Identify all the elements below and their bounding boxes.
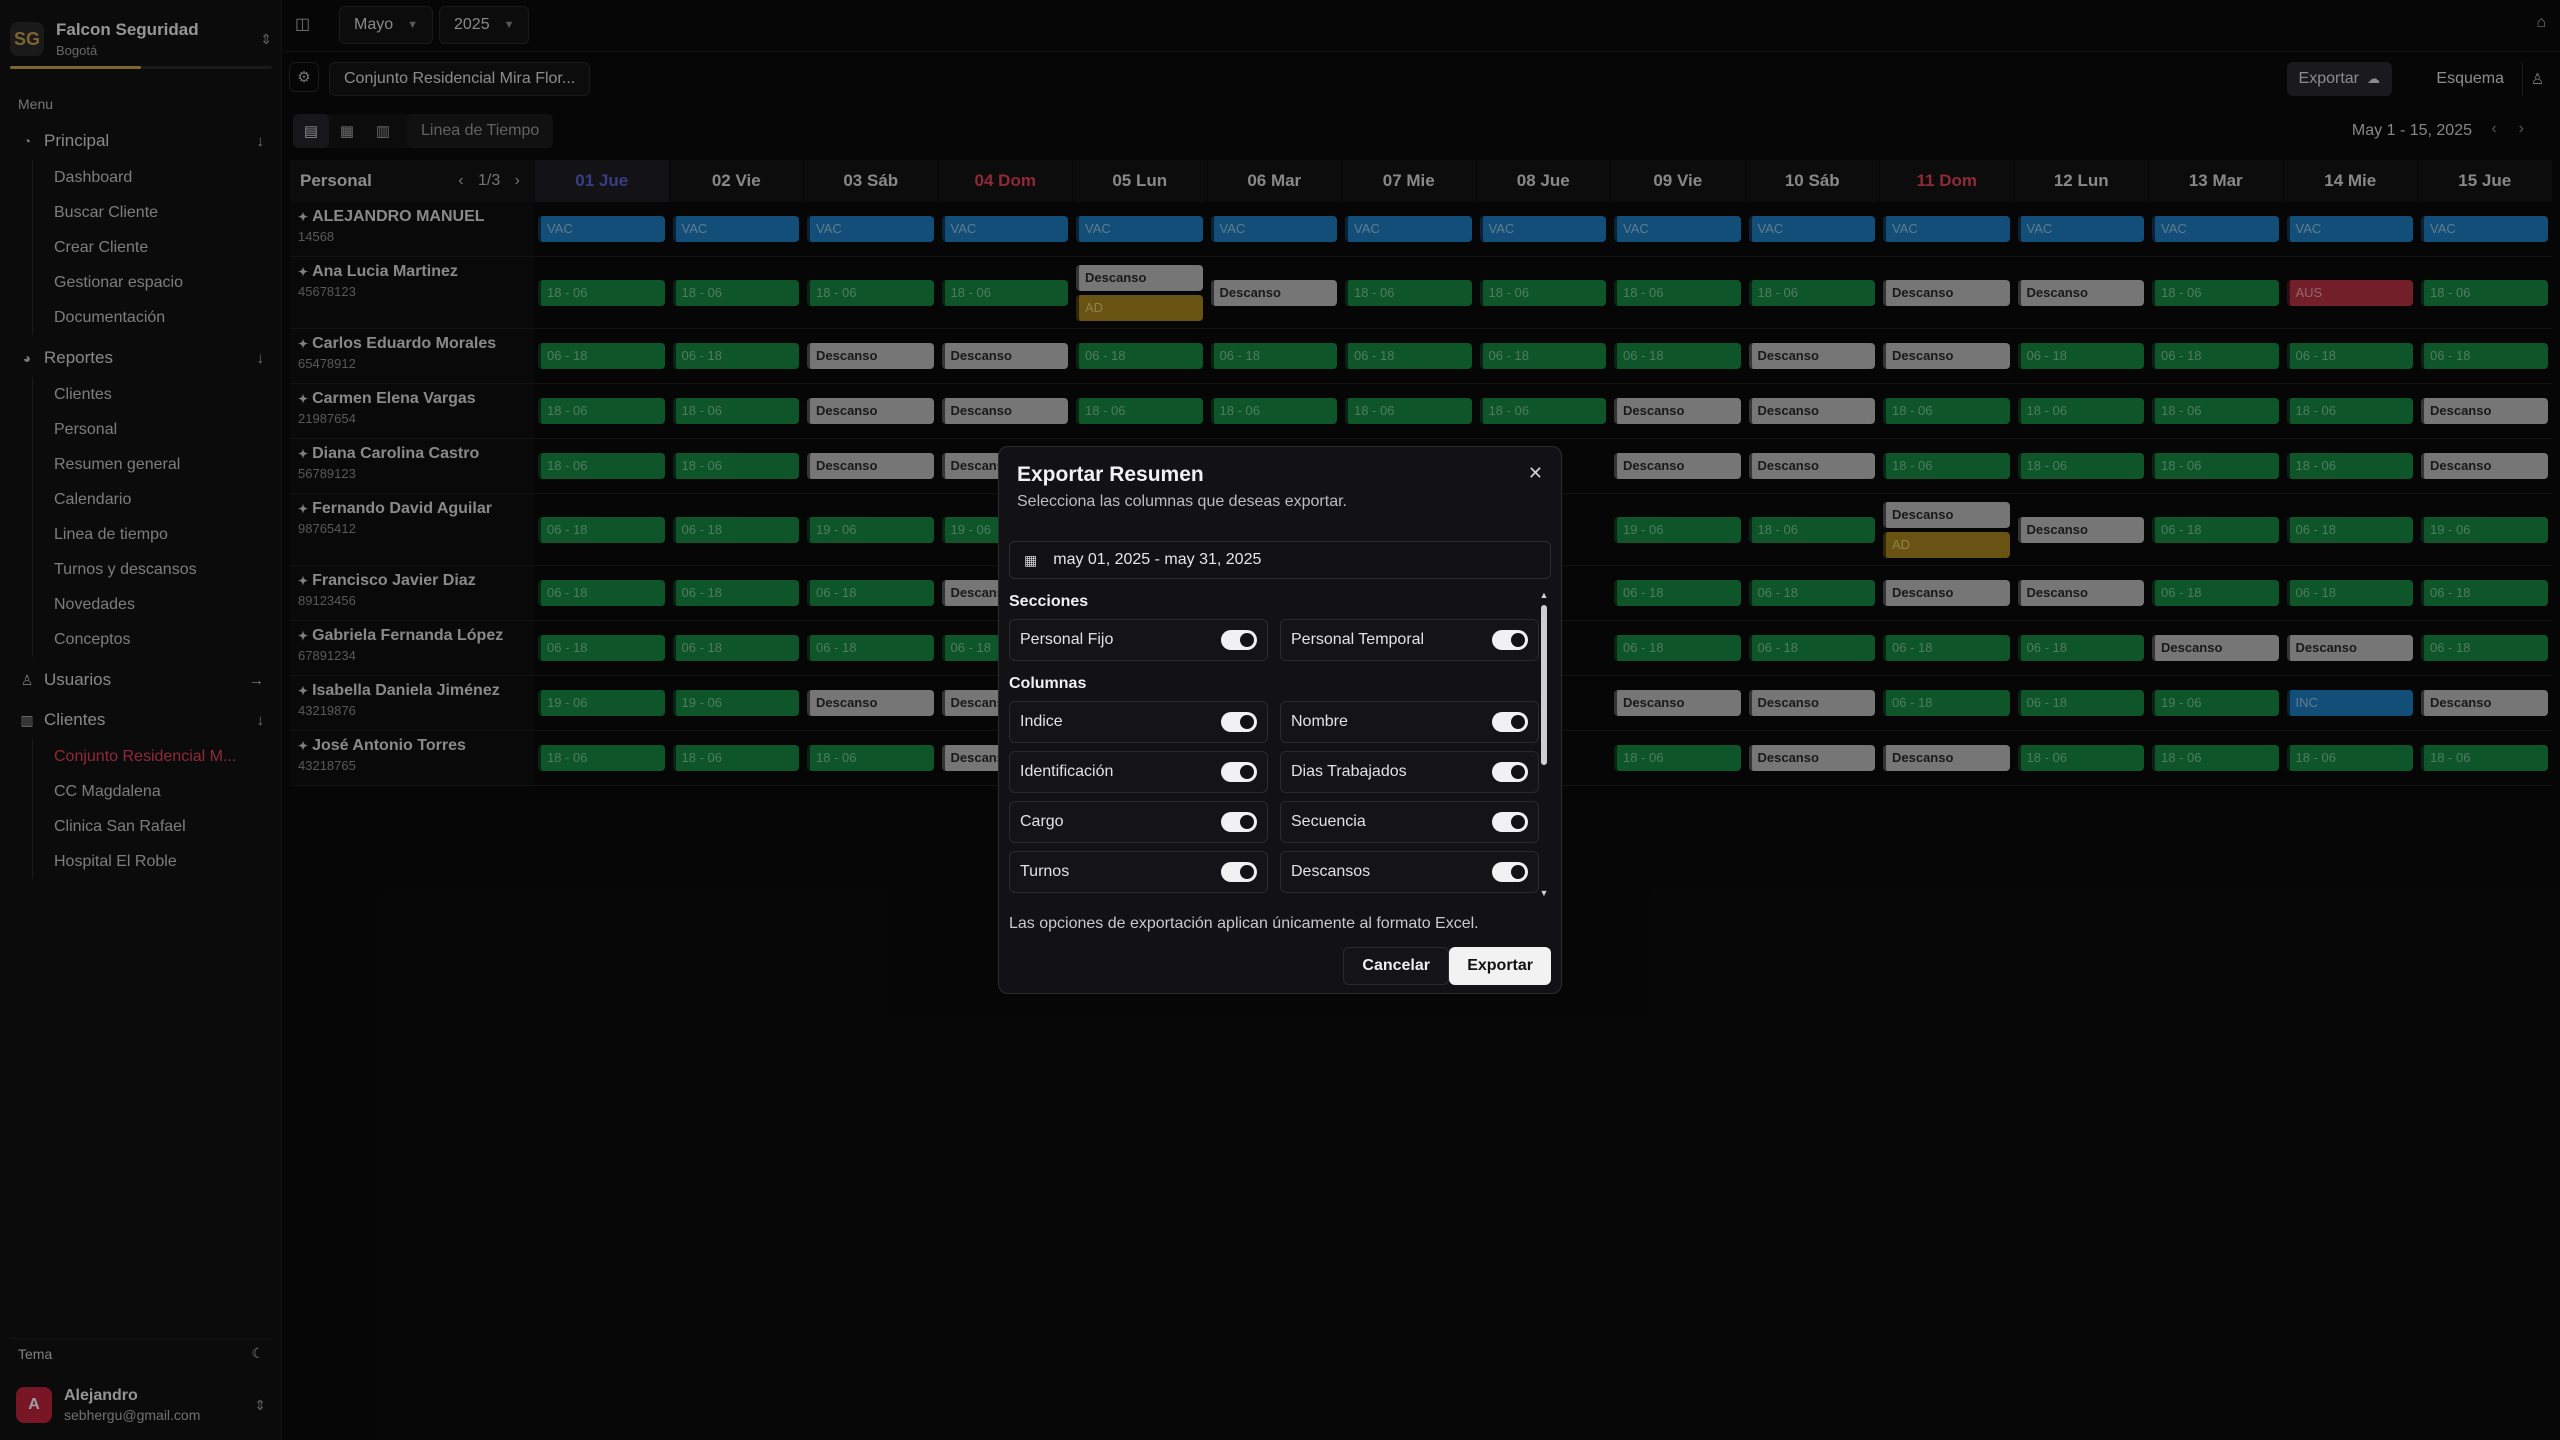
option-row[interactable]: Descansos	[1280, 851, 1539, 893]
toggle-switch[interactable]	[1492, 812, 1528, 832]
toggle-switch[interactable]	[1221, 630, 1257, 650]
toggle-switch[interactable]	[1221, 712, 1257, 732]
dialog-title: Exportar Resumen	[1017, 463, 1204, 486]
sections-heading: Secciones	[1009, 593, 1089, 610]
option-row[interactable]: Cargo	[1009, 801, 1268, 843]
toggle-switch[interactable]	[1221, 762, 1257, 782]
option-row[interactable]: Personal Fijo	[1009, 619, 1268, 661]
cancel-button[interactable]: Cancelar	[1343, 947, 1449, 985]
columns-grid: Indice Nombre Identificación Dias Trabajado…	[1009, 701, 1541, 893]
toggle-switch[interactable]	[1221, 862, 1257, 882]
option-row[interactable]: Turnos	[1009, 851, 1268, 893]
close-icon[interactable]: ✕	[1528, 463, 1543, 484]
columns-heading: Columnas	[1009, 675, 1087, 692]
scroll-down-icon[interactable]: ▼	[1539, 887, 1549, 899]
export-confirm-button[interactable]: Exportar	[1449, 947, 1551, 985]
date-range-value: may 01, 2025 - may 31, 2025	[1053, 551, 1262, 568]
option-label: Personal Fijo	[1020, 631, 1114, 648]
option-label: Dias Trabajados	[1291, 763, 1407, 780]
option-label: Cargo	[1020, 813, 1064, 830]
option-row[interactable]: Identificación	[1009, 751, 1268, 793]
scrollbar[interactable]: ▲ ▼	[1539, 589, 1549, 899]
option-label: Secuencia	[1291, 813, 1366, 830]
option-label: Nombre	[1291, 713, 1348, 730]
options-scroll-area[interactable]: Secciones Personal Fijo Personal Temporal…	[1009, 589, 1541, 899]
option-label: Descansos	[1291, 863, 1371, 880]
option-row[interactable]: Indice	[1009, 701, 1268, 743]
toggle-switch[interactable]	[1492, 762, 1528, 782]
dialog-subtitle: Selecciona las columnas que deseas expor…	[1017, 493, 1347, 510]
export-dialog: Exportar Resumen Selecciona las columnas…	[998, 446, 1562, 994]
scrollbar-thumb[interactable]	[1541, 605, 1547, 765]
toggle-switch[interactable]	[1492, 630, 1528, 650]
option-row[interactable]: Nombre	[1280, 701, 1539, 743]
option-row[interactable]: Dias Trabajados	[1280, 751, 1539, 793]
option-label: Indice	[1020, 713, 1063, 730]
calendar-icon: ▦	[1024, 551, 1038, 568]
app-root: SG Falcon Seguridad Bogotá ⇕ Menu ◔ Prin…	[0, 0, 2560, 1440]
export-note: Las opciones de exportación aplican únic…	[1009, 915, 1479, 932]
scroll-up-icon[interactable]: ▲	[1539, 589, 1549, 601]
toggle-switch[interactable]	[1221, 812, 1257, 832]
option-label: Turnos	[1020, 863, 1070, 880]
date-range-picker[interactable]: ▦ may 01, 2025 - may 31, 2025	[1009, 541, 1551, 579]
toggle-switch[interactable]	[1492, 712, 1528, 732]
option-row[interactable]: Personal Temporal	[1280, 619, 1539, 661]
sections-grid: Personal Fijo Personal Temporal	[1009, 619, 1541, 661]
option-label: Identificación	[1020, 763, 1114, 780]
option-label: Personal Temporal	[1291, 631, 1425, 648]
option-row[interactable]: Secuencia	[1280, 801, 1539, 843]
toggle-switch[interactable]	[1492, 862, 1528, 882]
